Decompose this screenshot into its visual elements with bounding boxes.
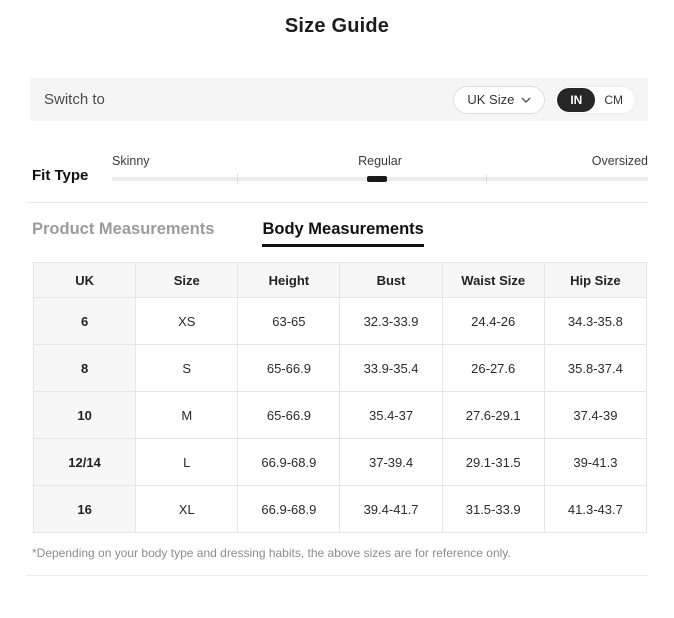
table-cell: 26-27.6: [442, 345, 544, 392]
fit-type-label: Fit Type: [32, 167, 112, 184]
row-size-label: 6: [34, 298, 136, 345]
size-table-body: 6XS63-6532.3-33.924.4-2634.3-35.88S65-66…: [34, 298, 647, 533]
table-cell: 65-66.9: [238, 345, 340, 392]
table-cell: 24.4-26: [442, 298, 544, 345]
table-row: 16XL66.9-68.939.4-41.731.5-33.941.3-43.7: [34, 486, 647, 533]
fit-option-skinny[interactable]: Skinny: [112, 154, 291, 168]
table-row: 12/14L66.9-68.937-39.429.1-31.539-41.3: [34, 439, 647, 486]
tab-product-measurements[interactable]: Product Measurements: [32, 220, 214, 247]
fit-slider-track[interactable]: [112, 177, 648, 181]
table-header-cell: Waist Size: [442, 263, 544, 298]
table-cell: 39.4-41.7: [340, 486, 442, 533]
table-cell: 65-66.9: [238, 392, 340, 439]
slider-tick: [237, 174, 238, 184]
table-cell: 32.3-33.9: [340, 298, 442, 345]
fit-type-options: Skinny Regular Oversized: [112, 154, 648, 168]
fit-option-regular[interactable]: Regular: [291, 154, 470, 168]
table-header-cell: Size: [136, 263, 238, 298]
table-cell: M: [136, 392, 238, 439]
section-divider: [26, 202, 648, 203]
table-cell: 33.9-35.4: [340, 345, 442, 392]
unit-toggle: IN CM: [554, 86, 636, 114]
table-cell: 31.5-33.9: [442, 486, 544, 533]
table-row: 6XS63-6532.3-33.924.4-2634.3-35.8: [34, 298, 647, 345]
table-header-row: UKSizeHeightBustWaist SizeHip Size: [34, 263, 647, 298]
fit-slider-thumb[interactable]: [367, 176, 387, 182]
table-cell: 34.3-35.8: [544, 298, 646, 345]
fit-type-slider: Skinny Regular Oversized: [112, 154, 648, 181]
row-size-label: 10: [34, 392, 136, 439]
bottom-divider: [26, 575, 648, 576]
measurement-tabs: Product Measurements Body Measurements: [32, 220, 648, 247]
table-cell: XS: [136, 298, 238, 345]
table-cell: 27.6-29.1: [442, 392, 544, 439]
footnote: *Depending on your body type and dressin…: [32, 546, 648, 560]
table-cell: 63-65: [238, 298, 340, 345]
size-table: UKSizeHeightBustWaist SizeHip Size 6XS63…: [33, 262, 647, 533]
table-cell: 35.4-37: [340, 392, 442, 439]
table-cell: 29.1-31.5: [442, 439, 544, 486]
table-cell: S: [136, 345, 238, 392]
table-cell: 37.4-39: [544, 392, 646, 439]
table-header-cell: Bust: [340, 263, 442, 298]
fit-option-oversized[interactable]: Oversized: [469, 154, 648, 168]
table-header-cell: Hip Size: [544, 263, 646, 298]
table-cell: L: [136, 439, 238, 486]
fit-type-section: Fit Type Skinny Regular Oversized: [32, 154, 648, 181]
size-standard-dropdown[interactable]: UK Size: [453, 86, 545, 114]
chevron-down-icon: [521, 97, 531, 103]
size-table-head: UKSizeHeightBustWaist SizeHip Size: [34, 263, 647, 298]
unit-option-in[interactable]: IN: [557, 88, 595, 112]
table-cell: 66.9-68.9: [238, 486, 340, 533]
slider-tick: [486, 174, 487, 184]
page-title: Size Guide: [0, 15, 674, 38]
row-size-label: 12/14: [34, 439, 136, 486]
table-cell: 35.8-37.4: [544, 345, 646, 392]
table-cell: 39-41.3: [544, 439, 646, 486]
table-cell: 66.9-68.9: [238, 439, 340, 486]
tab-body-measurements[interactable]: Body Measurements: [262, 220, 423, 247]
table-cell: 41.3-43.7: [544, 486, 646, 533]
unit-option-cm[interactable]: CM: [595, 93, 633, 107]
switch-bar: Switch to UK Size IN CM: [30, 78, 648, 121]
table-row: 10M65-66.935.4-3727.6-29.137.4-39: [34, 392, 647, 439]
switch-to-label: Switch to: [44, 91, 105, 108]
row-size-label: 16: [34, 486, 136, 533]
row-size-label: 8: [34, 345, 136, 392]
table-cell: XL: [136, 486, 238, 533]
table-header-cell: Height: [238, 263, 340, 298]
table-cell: 37-39.4: [340, 439, 442, 486]
table-row: 8S65-66.933.9-35.426-27.635.8-37.4: [34, 345, 647, 392]
size-standard-value: UK Size: [467, 92, 514, 107]
table-header-cell: UK: [34, 263, 136, 298]
